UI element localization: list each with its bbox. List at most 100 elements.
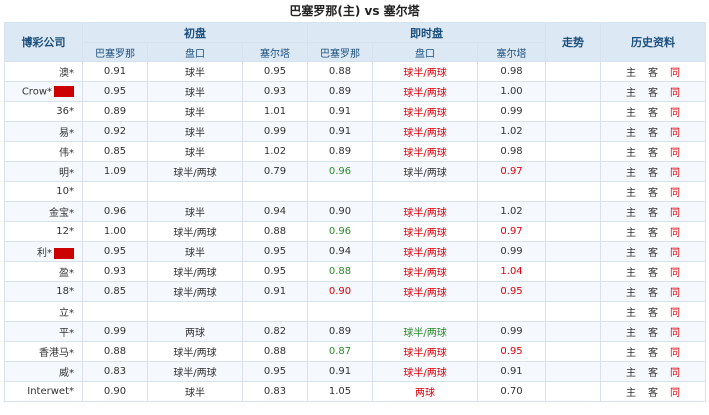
history-away-link[interactable]: 客 — [642, 104, 664, 119]
initial-away-odds: 0.88 — [241, 341, 309, 362]
table-row: 金宝* 0.96 球半 0.94 0.90 球半/两球 1.02 主客同 — [4, 201, 707, 222]
history-h2h-link[interactable]: 同 — [664, 164, 686, 179]
history-h2h-link[interactable]: 同 — [664, 364, 686, 379]
company-cell[interactable]: 威* — [4, 361, 83, 382]
trend-cell[interactable] — [545, 221, 602, 242]
history-home-link[interactable]: 主 — [620, 304, 642, 319]
trend-cell[interactable] — [545, 301, 602, 322]
trend-cell[interactable] — [545, 241, 602, 262]
history-home-link[interactable]: 主 — [620, 184, 642, 199]
company-cell[interactable]: 10* — [4, 181, 83, 202]
history-home-link[interactable]: 主 — [620, 344, 642, 359]
live-away-odds: 0.97 — [477, 221, 547, 242]
history-away-link[interactable]: 客 — [642, 84, 664, 99]
company-cell[interactable]: 盈* — [4, 261, 83, 282]
live-away-odds: 0.99 — [477, 321, 547, 342]
history-away-link[interactable]: 客 — [642, 144, 664, 159]
live-handicap: 球半/两球 — [372, 81, 479, 102]
history-h2h-link[interactable]: 同 — [664, 64, 686, 79]
company-cell[interactable]: 平* — [4, 321, 83, 342]
company-cell[interactable]: 立* — [4, 301, 83, 322]
table-row: 36* 0.89 球半 1.01 0.91 球半/两球 0.99 主客同 — [4, 101, 707, 122]
history-home-link[interactable]: 主 — [620, 264, 642, 279]
history-h2h-link[interactable]: 同 — [664, 344, 686, 359]
history-away-link[interactable]: 客 — [642, 304, 664, 319]
company-cell[interactable]: 18* — [4, 281, 83, 302]
trend-cell[interactable] — [545, 101, 602, 122]
history-away-link[interactable]: 客 — [642, 224, 664, 239]
history-away-link[interactable]: 客 — [642, 204, 664, 219]
trend-cell[interactable] — [545, 261, 602, 282]
company-cell[interactable]: 伟* — [4, 141, 83, 162]
trend-cell[interactable] — [545, 141, 602, 162]
live-handicap: 球半/两球 — [372, 341, 479, 362]
initial-home-odds: 0.95 — [82, 81, 148, 102]
history-away-link[interactable]: 客 — [642, 124, 664, 139]
history-h2h-link[interactable]: 同 — [664, 324, 686, 339]
trend-cell[interactable] — [545, 61, 602, 82]
company-cell[interactable]: Interwet* — [4, 381, 83, 402]
history-h2h-link[interactable]: 同 — [664, 184, 686, 199]
trend-cell[interactable] — [545, 281, 602, 302]
history-h2h-link[interactable]: 同 — [664, 304, 686, 319]
history-home-link[interactable]: 主 — [620, 104, 642, 119]
company-cell[interactable]: 12* — [4, 221, 83, 242]
table-row: 平* 0.99 两球 0.82 0.89 球半/两球 0.99 主客同 — [4, 321, 707, 342]
history-h2h-link[interactable]: 同 — [664, 384, 686, 399]
history-home-link[interactable]: 主 — [620, 204, 642, 219]
trend-cell[interactable] — [545, 361, 602, 382]
history-h2h-link[interactable]: 同 — [664, 264, 686, 279]
trend-cell[interactable] — [545, 381, 602, 402]
history-away-link[interactable]: 客 — [642, 184, 664, 199]
company-cell[interactable]: 36* — [4, 101, 83, 122]
initial-home-odds: 0.92 — [82, 121, 148, 142]
history-home-link[interactable]: 主 — [620, 284, 642, 299]
header-initial-away: 塞尔塔 — [241, 42, 309, 62]
company-cell[interactable]: 金宝* — [4, 201, 83, 222]
company-cell[interactable]: 澳* — [4, 61, 83, 82]
history-h2h-link[interactable]: 同 — [664, 124, 686, 139]
company-cell[interactable]: Crow* — [4, 81, 83, 102]
live-handicap: 球半/两球 — [372, 221, 479, 242]
history-h2h-link[interactable]: 同 — [664, 224, 686, 239]
history-home-link[interactable]: 主 — [620, 124, 642, 139]
history-away-link[interactable]: 客 — [642, 324, 664, 339]
history-away-link[interactable]: 客 — [642, 164, 664, 179]
history-away-link[interactable]: 客 — [642, 364, 664, 379]
company-cell[interactable]: 易* — [4, 121, 83, 142]
company-cell[interactable]: 香港马* — [4, 341, 83, 362]
history-home-link[interactable]: 主 — [620, 244, 642, 259]
history-home-link[interactable]: 主 — [620, 84, 642, 99]
history-h2h-link[interactable]: 同 — [664, 104, 686, 119]
history-h2h-link[interactable]: 同 — [664, 204, 686, 219]
trend-cell[interactable] — [545, 161, 602, 182]
history-home-link[interactable]: 主 — [620, 64, 642, 79]
history-h2h-link[interactable]: 同 — [664, 244, 686, 259]
trend-cell[interactable] — [545, 341, 602, 362]
history-links: 主客同 — [600, 301, 707, 322]
history-away-link[interactable]: 客 — [642, 384, 664, 399]
history-home-link[interactable]: 主 — [620, 164, 642, 179]
trend-cell[interactable] — [545, 121, 602, 142]
history-away-link[interactable]: 客 — [642, 284, 664, 299]
history-h2h-link[interactable]: 同 — [664, 84, 686, 99]
history-away-link[interactable]: 客 — [642, 244, 664, 259]
history-h2h-link[interactable]: 同 — [664, 284, 686, 299]
history-away-link[interactable]: 客 — [642, 264, 664, 279]
trend-cell[interactable] — [545, 181, 602, 202]
trend-cell[interactable] — [545, 81, 602, 102]
history-home-link[interactable]: 主 — [620, 324, 642, 339]
company-cell[interactable]: 明* — [4, 161, 83, 182]
company-name: 盈* — [59, 268, 74, 279]
live-home-odds: 0.88 — [307, 261, 374, 282]
history-h2h-link[interactable]: 同 — [664, 144, 686, 159]
trend-cell[interactable] — [545, 201, 602, 222]
history-home-link[interactable]: 主 — [620, 224, 642, 239]
history-home-link[interactable]: 主 — [620, 384, 642, 399]
history-home-link[interactable]: 主 — [620, 364, 642, 379]
company-cell[interactable]: 利* — [4, 241, 83, 262]
history-away-link[interactable]: 客 — [642, 344, 664, 359]
history-home-link[interactable]: 主 — [620, 144, 642, 159]
history-away-link[interactable]: 客 — [642, 64, 664, 79]
trend-cell[interactable] — [545, 321, 602, 342]
